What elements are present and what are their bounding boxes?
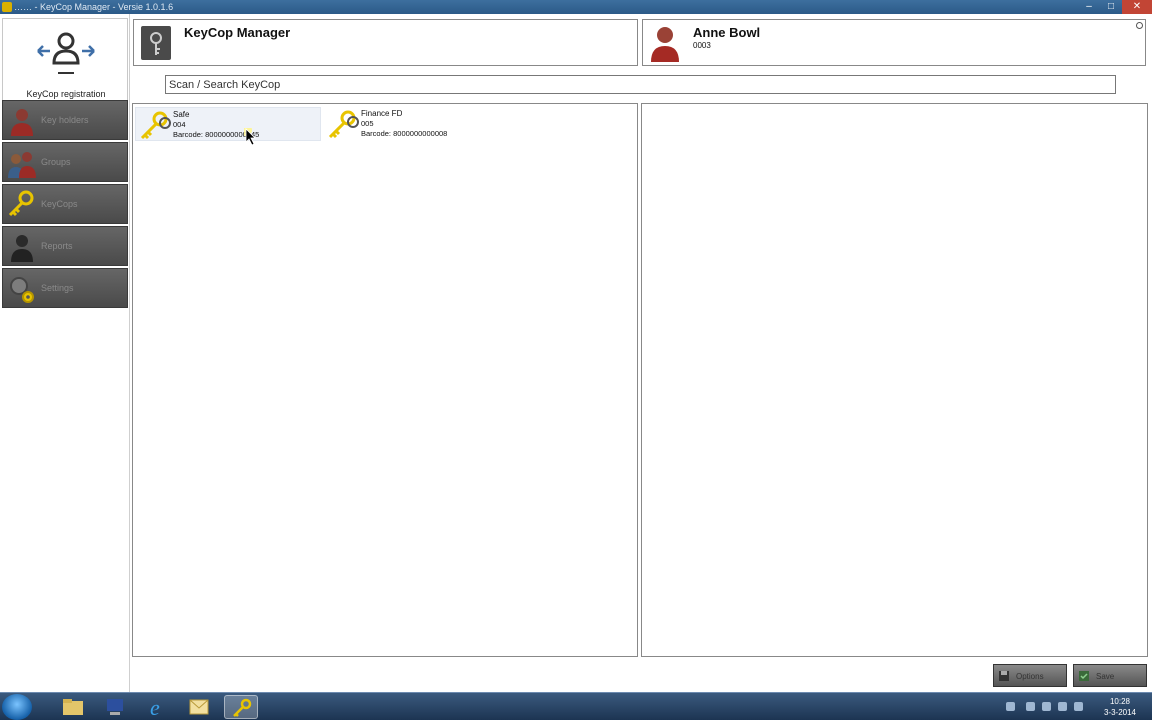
- keys-icon: [8, 190, 34, 217]
- sidebar-item-key-holders[interactable]: Key holders: [2, 100, 128, 140]
- person-icon: [11, 109, 33, 136]
- mail-icon: [189, 699, 209, 715]
- settings-gear-icon: [10, 277, 34, 303]
- clock-time: 10:28: [1109, 697, 1131, 706]
- taskbar-computer-button[interactable]: [98, 695, 132, 719]
- current-user-header: Anne Bowl 0003: [642, 19, 1146, 66]
- save-label: Save: [1096, 672, 1115, 681]
- tray-clock[interactable]: 10:28 3-3-2014: [1098, 696, 1142, 718]
- list-item[interactable]: Finance FD 005 Barcode: 8000000000008: [324, 107, 510, 141]
- registration-icon: [37, 32, 95, 74]
- mouse-cursor-icon: [244, 128, 256, 146]
- taskbar-ie-button[interactable]: e: [140, 695, 174, 720]
- close-icon[interactable]: ✕: [1122, 0, 1152, 14]
- sidebar-item-settings[interactable]: Settings: [2, 268, 128, 308]
- sidebar-item-reports[interactable]: Reports: [2, 226, 128, 266]
- user-silhouette-icon: [11, 235, 33, 262]
- windows-start-icon[interactable]: [2, 694, 32, 720]
- tray-volume-icon[interactable]: [1074, 702, 1083, 711]
- window-titlebar: …… - KeyCop Manager - Versie 1.0.1.6 – □…: [0, 0, 1152, 14]
- sidebar-item-label: Groups: [41, 157, 71, 167]
- tray-flag-icon[interactable]: [1042, 702, 1051, 711]
- group-icon: [8, 152, 36, 178]
- page-title: KeyCop Manager: [184, 25, 291, 40]
- keycop-list: Safe 004 Barcode: 8000000000045 Finance …: [132, 103, 638, 657]
- info-icon[interactable]: [1136, 22, 1143, 29]
- tray-device-icon[interactable]: [1026, 702, 1035, 711]
- sidebar-item-keycops[interactable]: KeyCops: [2, 184, 128, 224]
- options-label: Options: [1016, 672, 1044, 681]
- window-controls: – □ ✕: [1078, 0, 1152, 14]
- floppy-icon: [999, 671, 1009, 681]
- taskbar: e 10:28 3-3-2014: [0, 692, 1152, 720]
- keycop-registration-button[interactable]: KeyCop registration: [2, 18, 128, 110]
- save-check-icon: [1079, 671, 1089, 681]
- list-item[interactable]: Safe 004 Barcode: 8000000000045: [135, 107, 321, 146]
- key-name: Safe: [173, 110, 190, 119]
- computer-icon: [107, 699, 123, 715]
- options-button[interactable]: Options: [993, 664, 1067, 687]
- sidebar-item-groups[interactable]: Groups: [2, 142, 128, 182]
- search-input[interactable]: [165, 75, 1116, 94]
- clock-date: 3-3-2014: [1103, 708, 1137, 717]
- key-icon: [328, 110, 359, 139]
- keycop-detail-panel: [641, 103, 1148, 657]
- keycop-manager-header: KeyCop Manager: [133, 19, 638, 66]
- app-key-icon: [2, 2, 12, 12]
- save-button[interactable]: Save: [1073, 664, 1147, 687]
- sidebar-item-label: Reports: [41, 241, 73, 251]
- keycop-device-icon: [141, 26, 171, 60]
- sidebar-item-label: Settings: [41, 283, 74, 293]
- sidebar-item-label: KeyCops: [41, 199, 78, 209]
- minimize-icon[interactable]: –: [1078, 0, 1100, 14]
- window-title: …… - KeyCop Manager - Versie 1.0.1.6: [14, 2, 174, 12]
- system-tray: 10:28 3-3-2014: [998, 693, 1148, 720]
- svg-text:e: e: [150, 695, 160, 719]
- tray-arrow-icon[interactable]: [1006, 702, 1015, 711]
- keys-icon: [233, 698, 252, 717]
- user-code: 0003: [693, 41, 711, 50]
- sidebar-item-label: Key holders: [41, 115, 89, 125]
- taskbar-keycop-button[interactable]: [224, 695, 258, 719]
- key-number: 004: [173, 120, 186, 129]
- user-avatar-icon: [651, 27, 679, 62]
- taskbar-outlook-button[interactable]: [182, 695, 216, 719]
- user-name: Anne Bowl: [693, 25, 761, 40]
- tray-network-icon[interactable]: [1058, 702, 1067, 711]
- internet-explorer-icon: e: [150, 695, 160, 720]
- folder-icon: [63, 699, 83, 715]
- maximize-icon[interactable]: □: [1100, 0, 1122, 14]
- key-name: Finance FD: [361, 109, 403, 118]
- key-icon: [140, 111, 171, 140]
- key-number: 005: [361, 119, 374, 128]
- sidebar: KeyCop registration Key holders Groups K…: [0, 14, 130, 692]
- key-barcode: Barcode: 8000000000008: [361, 129, 448, 138]
- registration-label: KeyCop registration: [26, 89, 106, 99]
- taskbar-explorer-button[interactable]: [56, 695, 90, 719]
